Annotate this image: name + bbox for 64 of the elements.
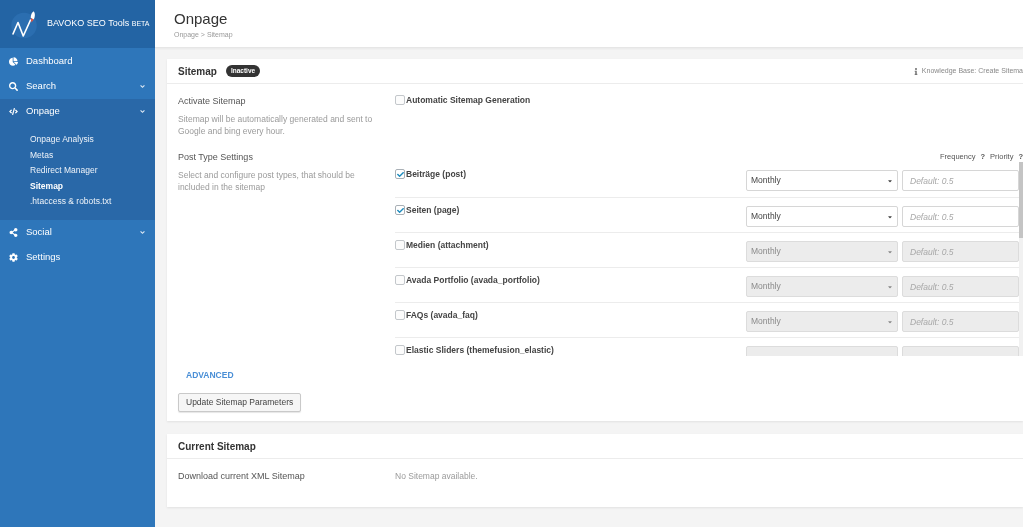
scrollbar-thumb[interactable] xyxy=(1019,162,1023,238)
frequency-select[interactable]: Monthly xyxy=(746,311,898,332)
checkbox[interactable] xyxy=(395,310,405,320)
caret-icon xyxy=(887,248,893,255)
card-title: Sitemap xyxy=(178,64,217,79)
checkbox[interactable] xyxy=(395,169,405,179)
checkbox[interactable] xyxy=(395,95,405,105)
submenu-item[interactable]: Sitemap xyxy=(0,178,155,194)
sidebar-item[interactable]: Search xyxy=(0,74,155,99)
priority-field[interactable]: Default: 0.5 xyxy=(902,206,1019,227)
checkmark-icon xyxy=(396,170,404,178)
card-title: Current Sitemap xyxy=(178,439,256,454)
checkmark-icon xyxy=(396,206,404,214)
share-icon xyxy=(9,227,18,237)
pie-chart-icon xyxy=(9,57,18,66)
submenu-item[interactable]: Redirect Manager xyxy=(0,163,155,179)
submenu-item[interactable]: Metas xyxy=(0,147,155,163)
checkbox[interactable] xyxy=(395,345,405,355)
code-icon xyxy=(9,107,18,116)
frequency-select[interactable]: Monthly xyxy=(746,170,898,191)
setting-label: Activate Sitemap xyxy=(178,95,246,107)
priority-field[interactable]: Default: 0.5 xyxy=(902,241,1019,262)
caret-icon xyxy=(887,283,893,290)
setting-label: Download current XML Sitemap xyxy=(178,470,306,482)
sidebar-item[interactable]: Dashboard xyxy=(0,49,155,74)
logo-icon xyxy=(9,9,39,39)
post-type-label: FAQs (avada_faq) xyxy=(406,310,478,321)
frequency-select[interactable]: Monthly xyxy=(746,276,898,297)
post-type-label: Beiträge (post) xyxy=(406,169,466,180)
setting-label: Post Type Settings xyxy=(178,151,253,163)
post-type-label: Avada Portfolio (avada_portfolio) xyxy=(406,275,540,286)
advanced-link[interactable]: ADVANCED xyxy=(186,370,234,381)
settings-icon xyxy=(9,252,18,262)
chevron-down-icon xyxy=(139,228,146,236)
priority-field[interactable]: Default: 0.5 xyxy=(902,170,1019,191)
update-button[interactable]: Update Sitemap Parameters xyxy=(178,393,302,412)
frequency-select[interactable]: Monthly xyxy=(746,206,898,227)
post-type-label: Seiten (page) xyxy=(406,205,460,216)
status-text: No Sitemap available. xyxy=(395,470,478,482)
sidebar-item[interactable]: Social xyxy=(0,219,155,245)
checkbox-label: Automatic Sitemap Generation xyxy=(406,95,531,106)
checkbox[interactable] xyxy=(395,275,405,285)
frequency-select[interactable]: Monthly xyxy=(746,241,898,262)
sidebar-item[interactable]: Onpage xyxy=(0,99,155,124)
caret-icon xyxy=(887,177,893,184)
scrollbar-track[interactable] xyxy=(1019,162,1023,356)
chevron-down-icon xyxy=(139,83,146,90)
post-type-label: Elastic Sliders (themefusion_elastic) xyxy=(406,345,554,356)
checkbox[interactable] xyxy=(395,205,405,215)
post-type-label: Medien (attachment) xyxy=(406,240,489,251)
checkbox[interactable] xyxy=(395,240,405,250)
submenu-item[interactable]: .htaccess & robots.txt xyxy=(0,194,155,210)
page-title: Onpage xyxy=(174,10,228,27)
chevron-down-icon xyxy=(139,108,146,115)
priority-field[interactable]: Default: 0.5 xyxy=(902,276,1019,297)
setting-description: Sitemap will be automatically generated and sent to Google and bing every hour. xyxy=(178,113,374,137)
search-icon xyxy=(9,82,18,91)
submenu-item[interactable]: Onpage Analysis xyxy=(0,132,155,148)
caret-icon xyxy=(887,213,893,220)
priority-field[interactable]: Default: 0.5 xyxy=(902,311,1019,332)
sidebar-item[interactable]: Settings xyxy=(0,244,155,270)
info-icon xyxy=(913,67,918,75)
setting-description: Select and configure post types, that should be included in the sitemap xyxy=(178,169,356,193)
caret-icon xyxy=(887,318,893,325)
